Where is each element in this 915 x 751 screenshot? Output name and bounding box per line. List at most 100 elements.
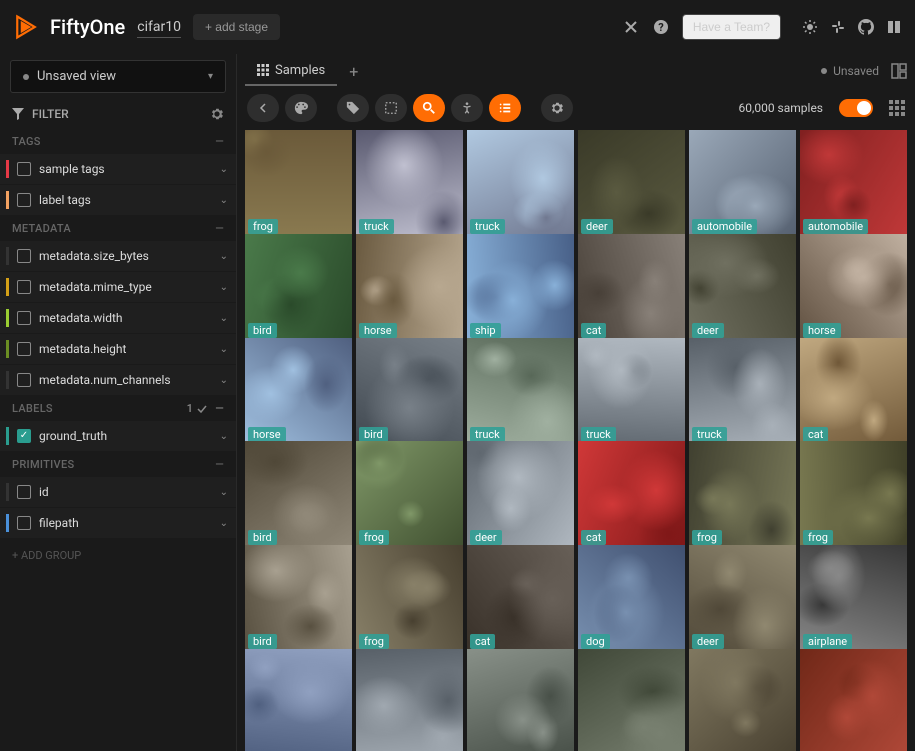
add-tab-button[interactable]: + (341, 58, 366, 85)
chevron-down-icon[interactable]: ⌄ (220, 313, 228, 324)
collapse-icon[interactable]: — (215, 222, 224, 235)
labels-toggle[interactable] (839, 99, 873, 117)
sample-cell[interactable]: deer (689, 234, 796, 341)
close-icon[interactable] (622, 18, 640, 36)
list-button[interactable] (489, 94, 521, 122)
add-stage-button[interactable]: + add stage (193, 14, 280, 40)
sample-cell[interactable]: airplane (800, 545, 907, 652)
sample-cell[interactable] (467, 649, 574, 751)
chevron-down-icon[interactable]: ⌄ (220, 431, 228, 442)
collapse-icon[interactable]: — (215, 458, 224, 471)
checkbox[interactable] (17, 280, 31, 294)
checkbox[interactable] (17, 485, 31, 499)
checkbox[interactable] (17, 342, 31, 356)
sample-cell[interactable]: horse (356, 234, 463, 341)
filter-row[interactable]: metadata.num_channels ⌄ (0, 365, 236, 395)
search-button[interactable] (413, 94, 445, 122)
tag-button[interactable] (337, 94, 369, 122)
accessibility-button[interactable] (451, 94, 483, 122)
label-badge: deer (581, 219, 613, 234)
sample-cell[interactable] (245, 649, 352, 751)
filter-row[interactable]: id ⌄ (0, 477, 236, 507)
checkbox[interactable] (17, 429, 31, 443)
sample-cell[interactable]: truck (356, 130, 463, 237)
settings-button[interactable] (541, 94, 573, 122)
chevron-down-icon[interactable]: ⌄ (220, 282, 228, 293)
sample-cell[interactable]: deer (467, 441, 574, 548)
sample-cell[interactable]: cat (467, 545, 574, 652)
chevron-down-icon[interactable]: ⌄ (220, 487, 228, 498)
grid-view-icon[interactable] (889, 100, 905, 116)
gear-icon[interactable] (210, 107, 224, 121)
sample-cell[interactable]: frog (689, 441, 796, 548)
sample-cell[interactable]: bird (245, 441, 352, 548)
filter-row[interactable]: metadata.width ⌄ (0, 303, 236, 333)
sample-cell[interactable]: automobile (689, 130, 796, 237)
collapse-icon[interactable]: — (215, 135, 224, 148)
layout-icon[interactable] (891, 63, 907, 79)
back-button[interactable] (247, 94, 279, 122)
slack-icon[interactable] (829, 18, 847, 36)
checkbox[interactable] (17, 162, 31, 176)
chevron-down-icon[interactable]: ⌄ (220, 375, 228, 386)
sample-cell[interactable]: truck (467, 130, 574, 237)
sample-cell[interactable]: deer (578, 130, 685, 237)
brightness-icon[interactable] (801, 18, 819, 36)
docs-icon[interactable] (885, 18, 903, 36)
chevron-down-icon[interactable]: ⌄ (220, 164, 228, 175)
sample-cell[interactable] (356, 649, 463, 751)
filter-row[interactable]: metadata.size_bytes ⌄ (0, 241, 236, 271)
sample-cell[interactable]: cat (578, 441, 685, 548)
section-metadata: METADATA — (0, 216, 236, 241)
help-icon[interactable]: ? (652, 18, 670, 36)
palette-button[interactable] (285, 94, 317, 122)
checkbox[interactable] (17, 249, 31, 263)
filter-row[interactable]: label tags ⌄ (0, 185, 236, 215)
sample-cell[interactable]: bird (356, 338, 463, 445)
filter-row[interactable]: metadata.mime_type ⌄ (0, 272, 236, 302)
sample-cell[interactable]: horse (245, 338, 352, 445)
chevron-down-icon[interactable]: ⌄ (220, 251, 228, 262)
sample-cell[interactable]: frog (800, 441, 907, 548)
checkbox[interactable] (17, 311, 31, 325)
chevron-down-icon[interactable]: ⌄ (220, 344, 228, 355)
add-group-button[interactable]: + ADD GROUP (0, 539, 236, 572)
sample-cell[interactable]: dog (578, 545, 685, 652)
filter-row[interactable]: sample tags ⌄ (0, 154, 236, 184)
sample-cell[interactable]: truck (467, 338, 574, 445)
sample-cell[interactable]: bird (245, 234, 352, 341)
sample-cell[interactable]: cat (800, 338, 907, 445)
sample-cell[interactable]: automobile (800, 130, 907, 237)
checkbox[interactable] (17, 373, 31, 387)
color-indicator (6, 191, 9, 209)
sample-cell[interactable]: frog (356, 441, 463, 548)
filter-row[interactable]: metadata.height ⌄ (0, 334, 236, 364)
sample-cell[interactable]: ship (467, 234, 574, 341)
label-badge: cat (803, 427, 828, 442)
logo[interactable]: FiftyOne (12, 13, 125, 41)
have-team-button[interactable]: Have a Team? (682, 14, 781, 40)
sample-cell[interactable]: frog (356, 545, 463, 652)
tab-samples[interactable]: Samples (245, 57, 337, 86)
unsaved-dot-icon (23, 74, 29, 80)
dataset-name[interactable]: cifar10 (137, 17, 181, 38)
sample-cell[interactable]: bird (245, 545, 352, 652)
chevron-down-icon[interactable]: ⌄ (220, 518, 228, 529)
sample-cell[interactable] (689, 649, 796, 751)
checkbox[interactable] (17, 193, 31, 207)
select-button[interactable] (375, 94, 407, 122)
sample-cell[interactable]: frog (245, 130, 352, 237)
github-icon[interactable] (857, 18, 875, 36)
sample-cell[interactable] (578, 649, 685, 751)
sample-cell[interactable]: truck (578, 338, 685, 445)
filter-row[interactable]: filepath ⌄ (0, 508, 236, 538)
sample-cell[interactable]: truck (689, 338, 796, 445)
sample-cell[interactable]: horse (800, 234, 907, 341)
view-selector[interactable]: Unsaved view ▾ (10, 60, 226, 93)
checkbox[interactable] (17, 516, 31, 530)
sample-cell[interactable]: cat (578, 234, 685, 341)
chevron-down-icon[interactable]: ⌄ (220, 195, 228, 206)
filter-row[interactable]: ground_truth ⌄ (0, 421, 236, 451)
sample-cell[interactable] (800, 649, 907, 751)
sample-cell[interactable]: deer (689, 545, 796, 652)
